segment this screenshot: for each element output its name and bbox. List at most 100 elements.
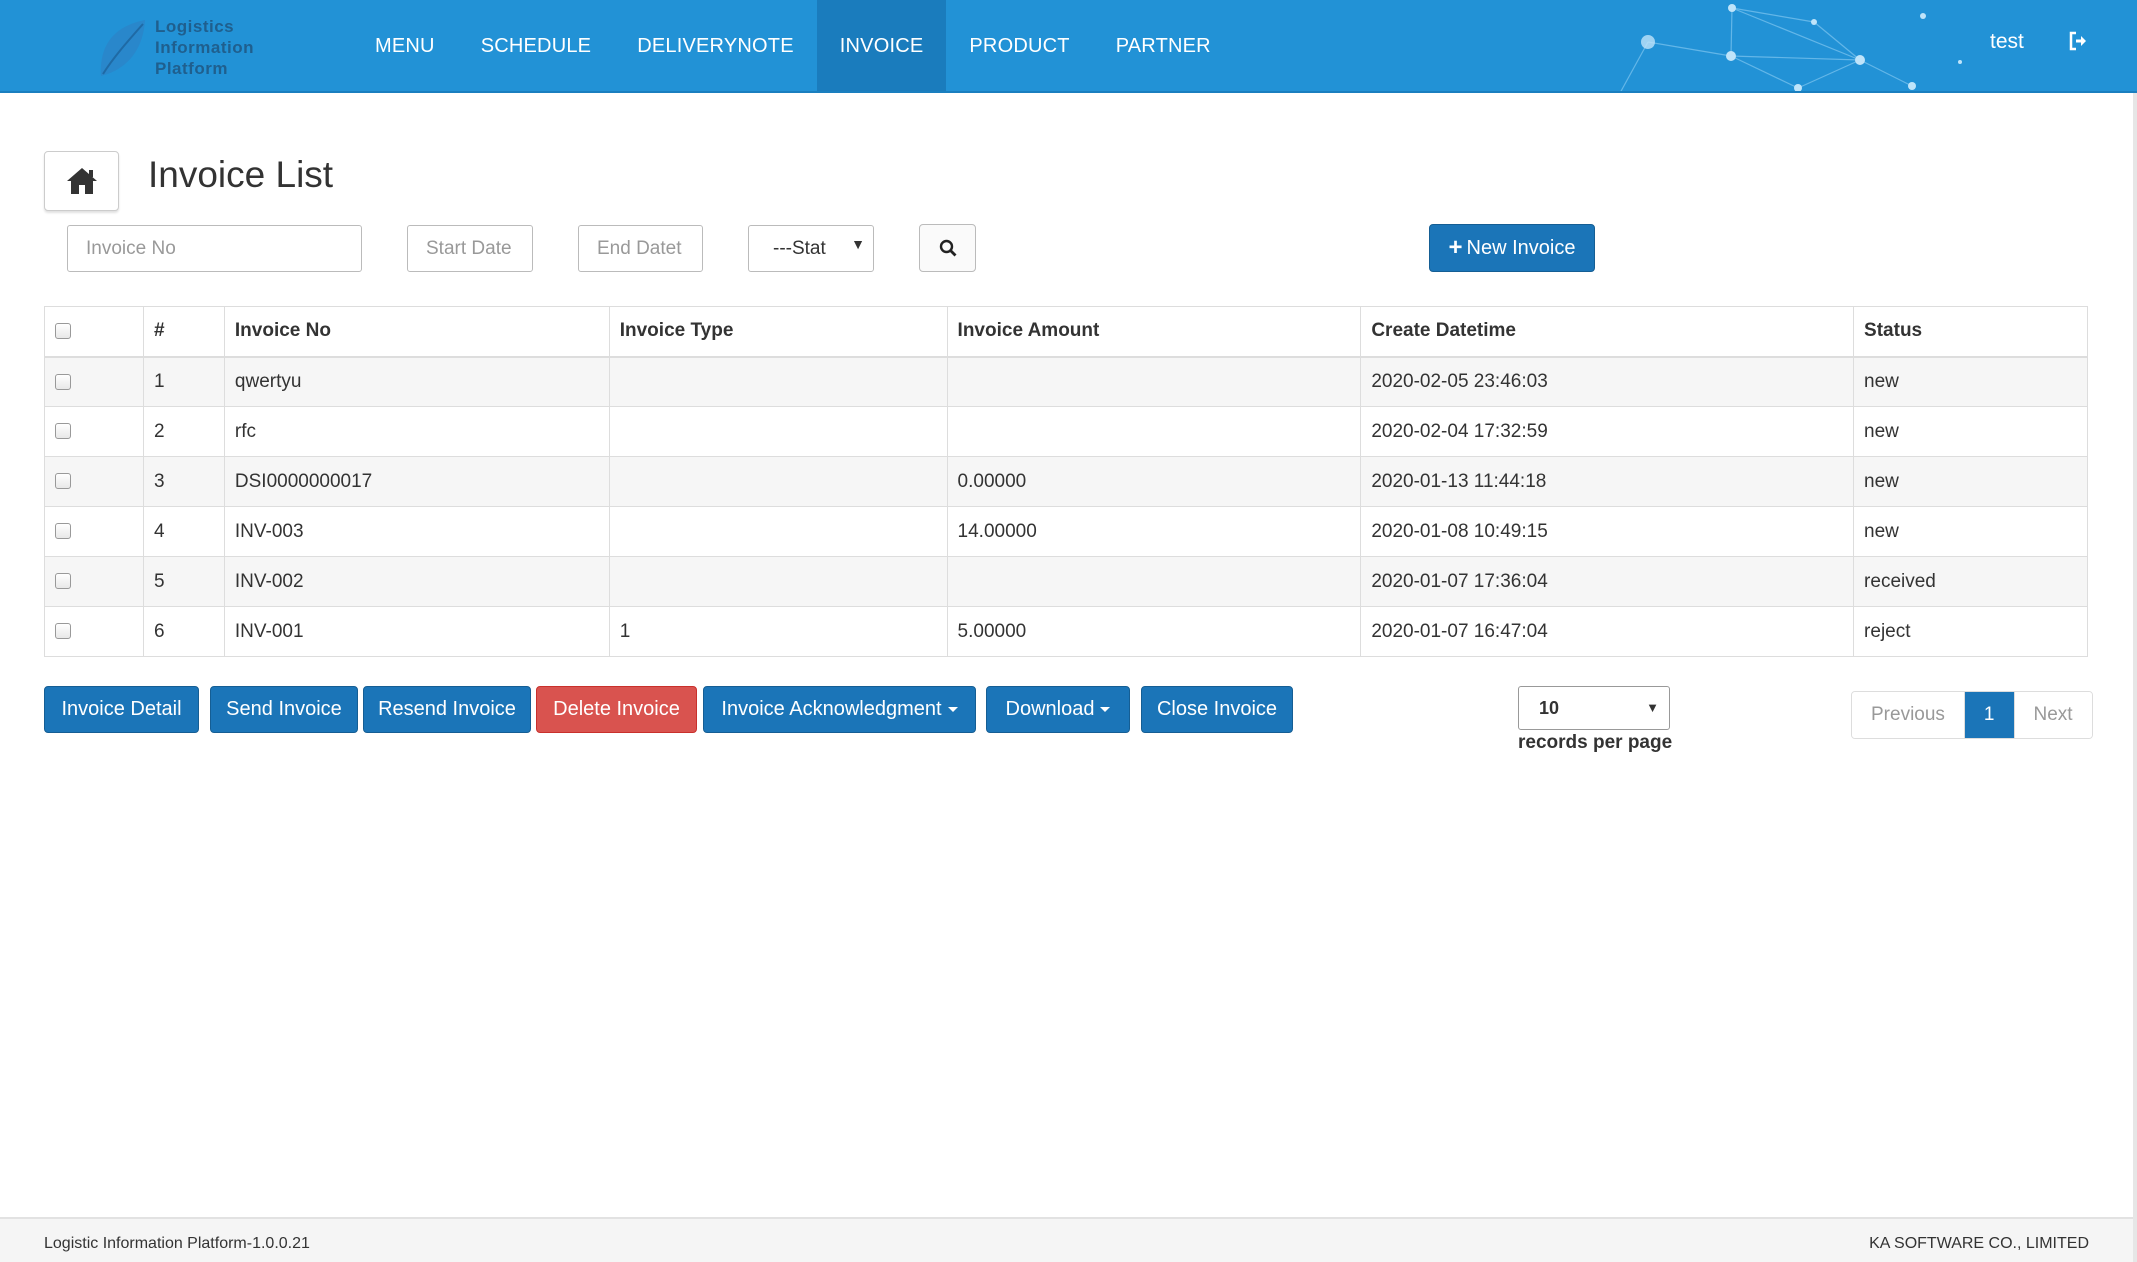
row-select-cell (44, 356, 144, 407)
leaf-logo-icon (100, 20, 145, 76)
row-create-datetime: 2020-01-08 10:49:15 (1360, 506, 1855, 557)
row-invoice-amount: 0.00000 (946, 456, 1362, 507)
row-index: 3 (142, 456, 225, 507)
row-select-cell (44, 506, 144, 557)
end-date-input[interactable]: End Datet (578, 225, 703, 272)
row-invoice-no: DSI0000000017 (223, 456, 610, 507)
row-invoice-no: rfc (223, 406, 610, 457)
nav-item-schedule[interactable]: SCHEDULE (458, 0, 615, 91)
previous-page-button[interactable]: Previous (1852, 692, 1964, 738)
main-nav: MENU SCHEDULE DELIVERYNOTE INVOICE PRODU… (352, 0, 1234, 91)
invoice-no-input[interactable]: Invoice No (67, 225, 362, 272)
column-header-status[interactable]: Status (1853, 306, 2088, 358)
row-checkbox[interactable] (55, 573, 71, 590)
row-checkbox[interactable] (55, 373, 71, 390)
status-select-value: ---Stat (773, 237, 826, 259)
row-checkbox[interactable] (55, 423, 71, 440)
row-invoice-amount (946, 356, 1362, 407)
row-invoice-type (608, 406, 948, 457)
row-invoice-amount: 5.00000 (946, 606, 1362, 657)
row-checkbox[interactable] (55, 473, 71, 490)
home-button[interactable] (44, 151, 119, 211)
page-1-button[interactable]: 1 (1963, 692, 2014, 738)
next-page-button[interactable]: Next (2013, 692, 2092, 738)
table-row[interactable]: 5 INV-002 2020-01-07 17:36:04 received (44, 556, 2088, 607)
row-invoice-no: INV-002 (223, 556, 610, 607)
row-index: 5 (142, 556, 225, 607)
row-status: new (1853, 406, 2088, 457)
user-name[interactable]: test (1990, 30, 2024, 54)
table-row[interactable]: 3 DSI0000000017 0.00000 2020-01-13 11:44… (44, 456, 2088, 507)
row-invoice-amount: 14.00000 (946, 506, 1362, 557)
row-invoice-no: INV-001 (223, 606, 610, 657)
invoice-acknowledgment-dropdown[interactable]: Invoice Acknowledgment (703, 686, 976, 733)
row-invoice-no: INV-003 (223, 506, 610, 557)
footer-company: KA SOFTWARE CO., LIMITED (1869, 1235, 2089, 1252)
row-invoice-type (608, 506, 948, 557)
records-per-page-select[interactable]: 10 ▼ (1518, 686, 1670, 730)
page-scrollbar[interactable] (2133, 93, 2137, 1262)
table-row[interactable]: 1 qwertyu 2020-02-05 23:46:03 new (44, 356, 2088, 407)
row-status: reject (1853, 606, 2088, 657)
row-create-datetime: 2020-01-13 11:44:18 (1360, 456, 1855, 507)
plus-icon: + (1448, 234, 1463, 261)
select-all-checkbox[interactable] (55, 323, 71, 340)
column-header-invoice-type[interactable]: Invoice Type (608, 306, 948, 358)
invoice-acknowledgment-label: Invoice Acknowledgment (721, 698, 942, 720)
row-checkbox[interactable] (55, 523, 71, 540)
download-dropdown[interactable]: Download (986, 686, 1130, 733)
resend-invoice-button[interactable]: Resend Invoice (363, 686, 531, 733)
sign-out-icon[interactable] (2068, 31, 2088, 51)
delete-invoice-button[interactable]: Delete Invoice (536, 686, 697, 733)
row-select-cell (44, 406, 144, 457)
row-status: received (1853, 556, 2088, 607)
column-header-invoice-amount[interactable]: Invoice Amount (946, 306, 1362, 358)
footer: Logistic Information Platform-1.0.0.21 K… (0, 1217, 2133, 1262)
nav-item-partner[interactable]: PARTNER (1093, 0, 1234, 91)
brand-logo-text: Logistics Information Platform (155, 17, 254, 78)
search-button[interactable] (919, 224, 976, 272)
row-select-cell (44, 606, 144, 657)
column-header-invoice-no[interactable]: Invoice No (223, 306, 610, 358)
row-status: new (1853, 506, 2088, 557)
chevron-down-icon: ▼ (1646, 700, 1659, 715)
send-invoice-button[interactable]: Send Invoice (210, 686, 358, 733)
brand-logo[interactable]: Logistics Information Platform (95, 14, 275, 80)
row-invoice-type (608, 556, 948, 607)
row-create-datetime: 2020-02-04 17:32:59 (1360, 406, 1855, 457)
nav-item-deliverynote[interactable]: DELIVERYNOTE (614, 0, 817, 91)
search-icon (939, 239, 956, 257)
row-select-cell (44, 456, 144, 507)
select-all-cell (44, 306, 144, 358)
new-invoice-label: New Invoice (1466, 236, 1576, 259)
home-icon (66, 168, 97, 194)
close-invoice-button[interactable]: Close Invoice (1141, 686, 1293, 733)
column-header-index[interactable]: # (142, 306, 225, 358)
row-create-datetime: 2020-02-05 23:46:03 (1360, 356, 1855, 407)
table-header-row: # Invoice No Invoice Type Invoice Amount… (44, 306, 2088, 358)
table-row[interactable]: 2 rfc 2020-02-04 17:32:59 new (44, 406, 2088, 457)
nav-item-product[interactable]: PRODUCT (946, 0, 1092, 91)
row-invoice-type (608, 456, 948, 507)
row-invoice-no: qwertyu (223, 356, 610, 407)
chevron-down-icon: ▼ (851, 236, 865, 252)
row-index: 2 (142, 406, 225, 457)
status-select[interactable]: ---Stat ▼ (748, 225, 874, 272)
row-index: 4 (142, 506, 225, 557)
new-invoice-button[interactable]: + New Invoice (1429, 224, 1595, 272)
nav-item-invoice[interactable]: INVOICE (816, 0, 947, 91)
row-select-cell (44, 556, 144, 607)
table-row[interactable]: 6 INV-001 1 5.00000 2020-01-07 16:47:04 … (44, 606, 2088, 657)
row-checkbox[interactable] (55, 623, 71, 640)
row-status: new (1853, 456, 2088, 507)
nav-item-menu[interactable]: MENU (352, 0, 458, 91)
table-row[interactable]: 4 INV-003 14.00000 2020-01-08 10:49:15 n… (44, 506, 2088, 557)
caret-down-icon (947, 707, 958, 712)
invoice-detail-button[interactable]: Invoice Detail (44, 686, 199, 733)
start-date-input[interactable]: Start Date (407, 225, 533, 272)
column-header-create-datetime[interactable]: Create Datetime (1360, 306, 1855, 358)
download-label: Download (1005, 698, 1095, 720)
invoice-table: # Invoice No Invoice Type Invoice Amount… (44, 306, 2088, 657)
row-invoice-type: 1 (608, 606, 948, 657)
row-index: 6 (142, 606, 225, 657)
